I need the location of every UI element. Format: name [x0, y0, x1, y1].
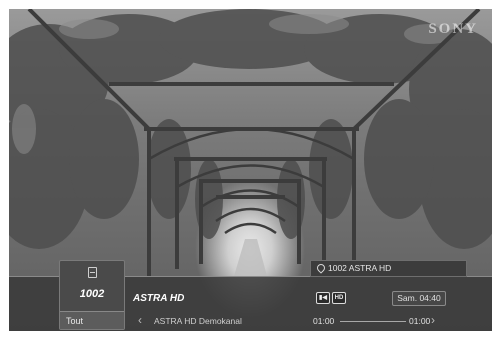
channel-list-filter[interactable]: Tout — [60, 311, 124, 329]
program-tag: 1002 ASTRA HD — [310, 260, 467, 277]
hd-icon: HD — [332, 292, 346, 304]
list-icon — [88, 267, 97, 278]
location-pin-icon — [315, 262, 327, 274]
event-progress-bar — [340, 321, 406, 322]
channel-card[interactable]: 1002 Tout — [59, 260, 125, 330]
channel-number: 1002 — [79, 288, 105, 300]
brand-logo: SONY — [428, 21, 478, 37]
program-tag-label: 1002 ASTRA HD — [328, 263, 392, 273]
subtitle-icon: ▮◀ — [316, 292, 330, 304]
tv-screen: SONY 1002 ASTRA HD 1002 Tout ASTRA HD ▮◀… — [9, 9, 492, 331]
event-title: ASTRA HD Demokanal — [154, 316, 242, 326]
channel-name: ASTRA HD — [133, 293, 185, 304]
datetime-display: Sam. 04:40 — [392, 291, 446, 306]
chevron-left-icon[interactable]: ‹ — [138, 314, 142, 326]
event-start-time: 01:00 — [313, 316, 335, 326]
event-end-time: 01:00 — [409, 316, 431, 326]
chevron-right-icon[interactable]: › — [431, 314, 435, 326]
